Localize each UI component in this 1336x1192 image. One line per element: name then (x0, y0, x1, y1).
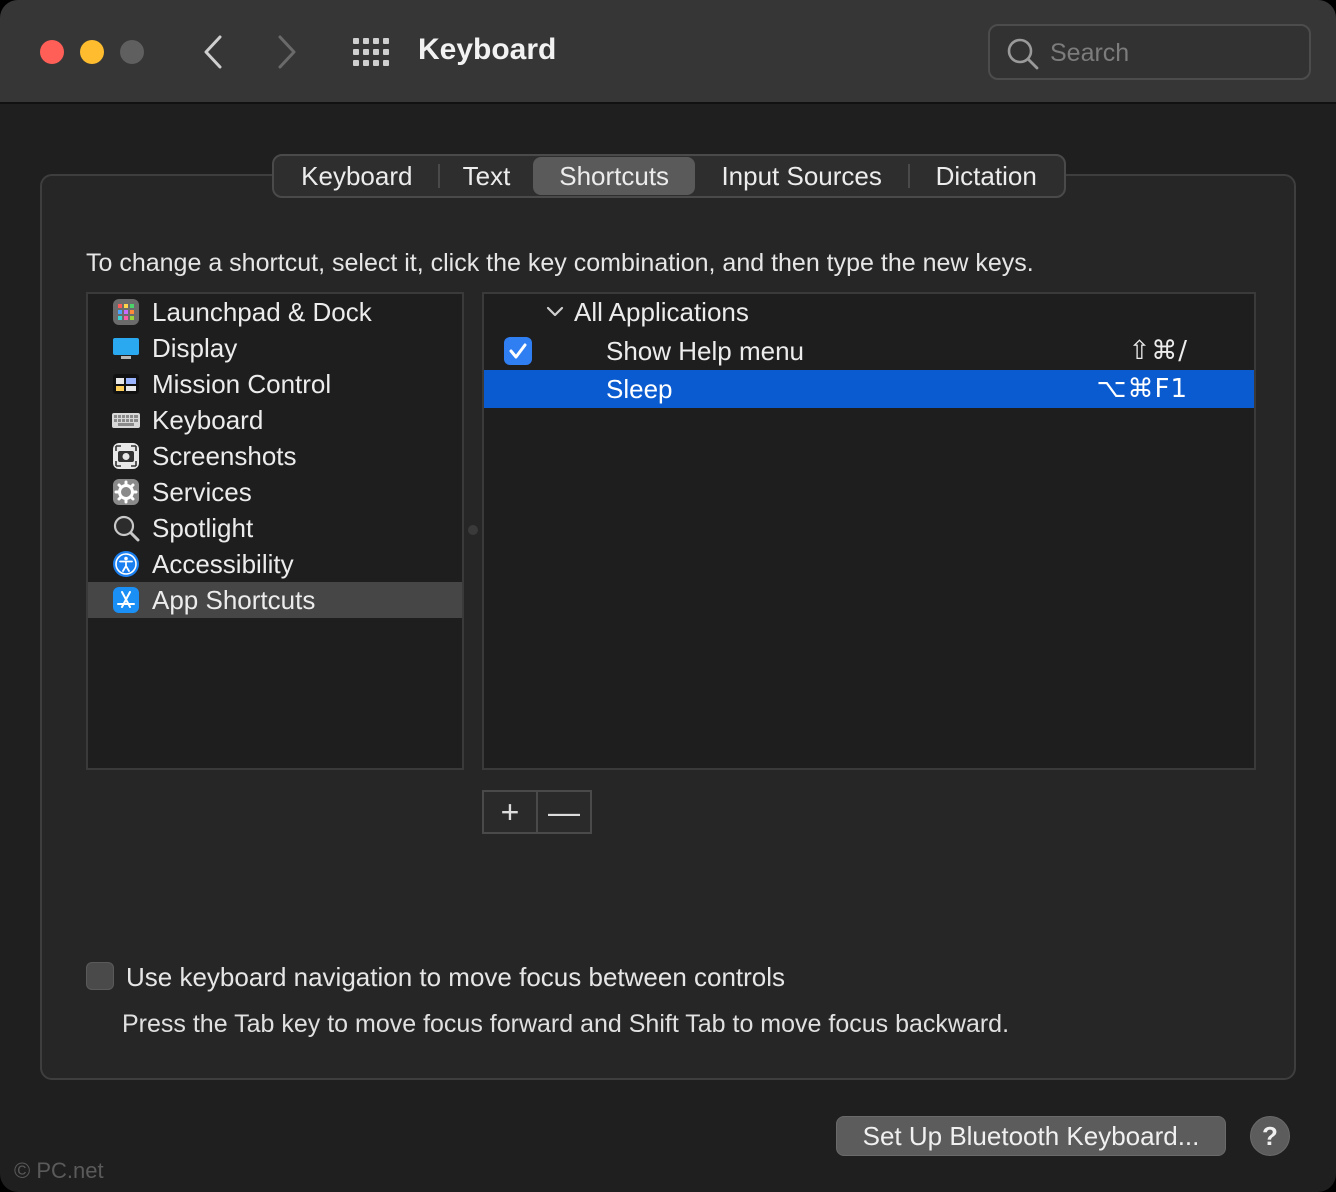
checkmark-icon (509, 343, 527, 359)
shortcut-row[interactable]: Sleep ⌥⌘F1 (484, 370, 1254, 408)
watermark: © PC.net (14, 1158, 104, 1183)
category-keyboard[interactable]: Keyboard (88, 402, 462, 438)
close-button[interactable] (40, 40, 64, 64)
remove-shortcut-button[interactable]: — (538, 792, 590, 832)
setup-bluetooth-keyboard-button[interactable]: Set Up Bluetooth Keyboard... (836, 1116, 1226, 1156)
zoom-button[interactable] (120, 40, 144, 64)
category-launchpad-dock[interactable]: Launchpad & Dock (88, 294, 462, 330)
category-spotlight[interactable]: Spotlight (88, 510, 462, 546)
keyboard-navigation-label[interactable]: Use keyboard navigation to move focus be… (126, 962, 785, 993)
category-label: Display (152, 332, 238, 363)
chevron-down-icon[interactable] (546, 304, 564, 318)
app-store-icon (113, 587, 139, 613)
keyboard-icon (112, 413, 140, 428)
accessibility-icon (113, 551, 139, 577)
title-bar: Keyboard (0, 0, 1336, 104)
shortcut-keys[interactable]: ⌥⌘F1 (1097, 374, 1188, 404)
shortcut-group-row[interactable]: All Applications (484, 294, 1254, 332)
split-view-divider[interactable] (468, 525, 478, 535)
tab-keyboard[interactable]: Keyboard (276, 157, 438, 195)
keyboard-preferences-window: Keyboard Keyboard Text Shortcuts Input S… (0, 0, 1336, 1192)
shortcut-row[interactable]: Show Help menu ⇧⌘/ (484, 332, 1254, 370)
magnifier-icon (113, 515, 140, 542)
shortcut-list[interactable]: All Applications Show Help menu ⇧⌘/ Slee… (482, 292, 1256, 770)
forward-button[interactable] (272, 32, 302, 72)
shortcut-enabled-checkbox[interactable] (504, 337, 532, 365)
tab-shortcuts[interactable]: Shortcuts (533, 157, 695, 195)
chevron-right-icon (278, 35, 296, 69)
chevron-left-icon (204, 35, 222, 69)
category-label: Mission Control (152, 368, 332, 399)
instructions-text: To change a shortcut, select it, click t… (86, 249, 1034, 277)
tab-bar: Keyboard Text Shortcuts Input Sources Di… (272, 154, 1066, 198)
category-list[interactable]: Launchpad & Dock Display Mission Control (86, 292, 464, 770)
mission-control-icon (113, 374, 139, 394)
screenshot-icon (113, 443, 139, 469)
category-app-shortcuts[interactable]: App Shortcuts (88, 582, 462, 618)
category-label: Spotlight (152, 512, 254, 543)
back-button[interactable] (198, 32, 228, 72)
window-title: Keyboard (418, 33, 557, 66)
keyboard-navigation-checkbox[interactable] (86, 962, 114, 990)
add-shortcut-button[interactable]: + (484, 792, 536, 832)
launchpad-icon (113, 299, 139, 325)
category-mission-control[interactable]: Mission Control (88, 366, 462, 402)
search-icon (1007, 38, 1039, 70)
search-input[interactable] (1050, 36, 1290, 70)
tab-input-sources[interactable]: Input Sources (695, 157, 908, 195)
category-label: Launchpad & Dock (152, 296, 372, 327)
category-display[interactable]: Display (88, 330, 462, 366)
category-label: Accessibility (152, 548, 294, 579)
shortcut-label: Show Help menu (606, 336, 804, 366)
group-label: All Applications (574, 297, 749, 327)
search-field[interactable] (988, 24, 1311, 80)
category-label: Services (152, 476, 252, 507)
category-label: App Shortcuts (152, 584, 316, 615)
category-screenshots[interactable]: Screenshots (88, 438, 462, 474)
tab-text[interactable]: Text (440, 157, 534, 195)
shortcut-label: Sleep (606, 374, 673, 404)
display-icon (113, 338, 139, 359)
category-accessibility[interactable]: Accessibility (88, 546, 462, 582)
category-services[interactable]: Services (88, 474, 462, 510)
minimize-button[interactable] (80, 40, 104, 64)
help-button[interactable]: ? (1250, 1116, 1290, 1156)
category-label: Screenshots (152, 440, 297, 471)
gear-icon (113, 479, 139, 505)
keyboard-navigation-hint: Press the Tab key to move focus forward … (122, 1010, 1010, 1038)
tab-dictation[interactable]: Dictation (910, 157, 1062, 195)
shortcut-keys[interactable]: ⇧⌘/ (1128, 336, 1188, 366)
add-remove-control: + — (482, 790, 592, 834)
category-label: Keyboard (152, 404, 264, 435)
show-all-grid-icon[interactable] (350, 34, 390, 70)
